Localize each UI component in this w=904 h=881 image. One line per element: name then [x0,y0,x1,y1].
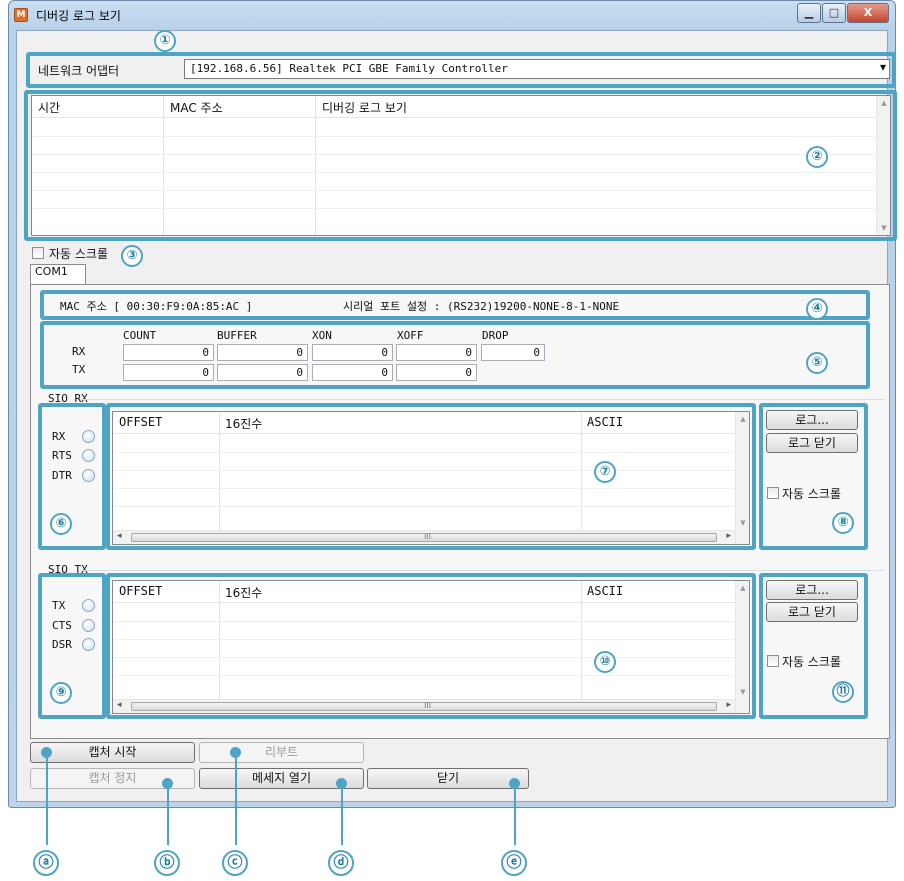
callout-stem-a [46,755,48,845]
callout-frame-9 [38,573,106,719]
callout-frame-6 [38,403,106,550]
window-title: 디버깅 로그 보기 [36,9,121,23]
callout-stem-e [514,786,516,845]
callout-number-7: ⑦ [594,461,616,483]
callout-number-2: ② [806,146,828,168]
sio-rx-group-border [80,399,885,400]
callout-frame-7 [106,403,756,550]
callout-frame-10 [106,573,756,719]
tab-com1-label: COM1 [35,265,68,278]
callout-number-11: ⑪ [832,681,854,703]
reboot-button[interactable]: 리부트 [199,742,364,763]
callout-frame-4 [40,290,870,320]
close-button[interactable]: 닫기 [367,768,529,789]
callout-stem-d [341,786,343,845]
callout-frame-1 [26,52,896,88]
callout-number-3: ③ [121,245,143,267]
callout-letter-d: ⓓ [328,850,354,876]
title-bar[interactable] [8,0,896,30]
sio-tx-group-border [80,570,885,571]
capture-start-button[interactable]: 캡처 시작 [30,742,195,763]
tab-com1[interactable]: COM1 [30,264,86,285]
callout-letter-a: ⓐ [33,850,59,876]
callout-letter-e: ⓔ [501,850,527,876]
auto-scroll-label: 자동 스크롤 [49,247,109,261]
callout-stem-c [235,755,237,845]
callout-number-6: ⑥ [50,513,72,535]
callout-frame-5 [40,321,870,389]
callout-stem-b [167,786,169,845]
app-icon: M [14,8,28,22]
minimize-button[interactable]: ▁ [797,3,821,23]
callout-number-10: ⑩ [594,651,616,673]
callout-letter-b: ⓑ [154,850,180,876]
callout-number-5: ⑤ [806,352,828,374]
callout-number-9: ⑨ [50,682,72,704]
auto-scroll-checkbox[interactable] [32,247,44,259]
callout-number-1: ① [154,30,176,52]
callout-number-8: ⑧ [832,512,854,534]
callout-letter-c: ⓒ [222,850,248,876]
maximize-button[interactable]: □ [822,3,846,23]
close-window-button[interactable]: X [847,3,889,23]
callout-number-4: ④ [806,298,828,320]
callout-frame-2 [24,90,897,241]
